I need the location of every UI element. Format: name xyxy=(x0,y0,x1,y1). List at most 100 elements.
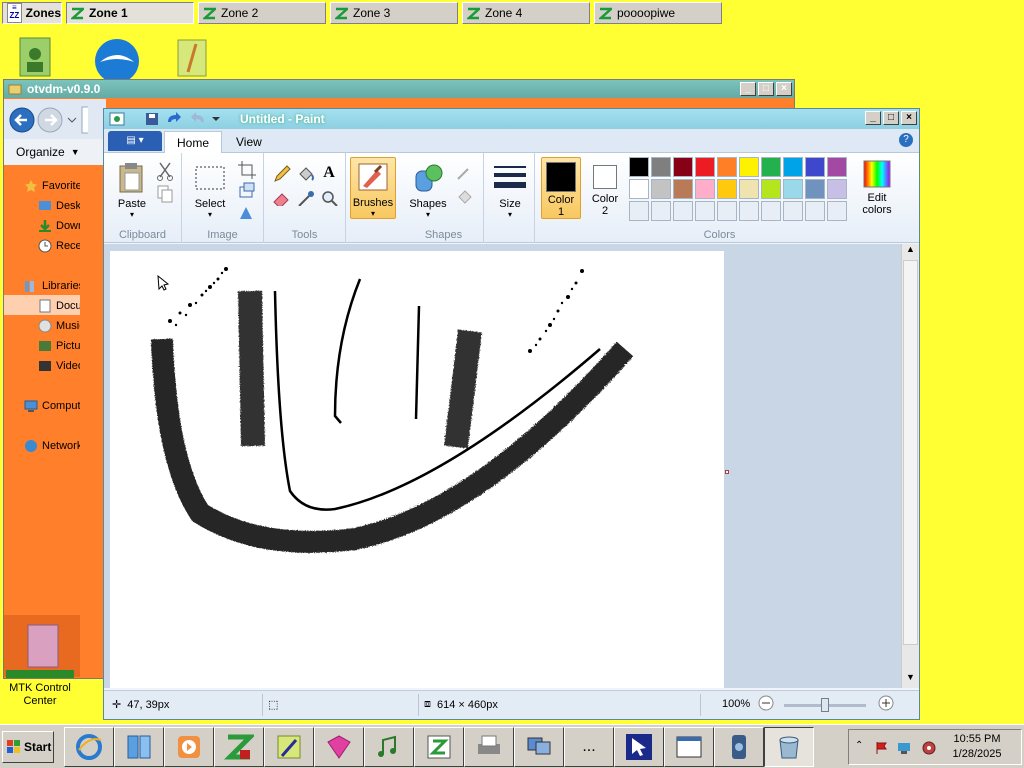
palette-swatch[interactable] xyxy=(717,179,737,199)
zones-app-button[interactable]: ≡ ZZ Zones xyxy=(2,2,62,24)
tab-view[interactable]: View xyxy=(224,131,274,154)
maximize-button[interactable]: □ xyxy=(883,111,899,125)
resize-icon[interactable] xyxy=(236,181,258,201)
palette-swatch[interactable] xyxy=(761,179,781,199)
taskbar-library[interactable] xyxy=(114,727,164,767)
taskbar-zones[interactable] xyxy=(214,727,264,767)
clock[interactable]: 10:55 PM 1/28/2025 xyxy=(945,732,1009,762)
taskbar-cursor-app[interactable] xyxy=(614,727,664,767)
zone-tab-4[interactable]: Zone 4 xyxy=(462,2,590,24)
vertical-scrollbar[interactable]: ▲ ▼ xyxy=(901,244,919,688)
otvdm-title-bar[interactable]: otvdm-v0.9.0 _ □ × xyxy=(4,80,794,98)
magnifier-icon[interactable] xyxy=(318,187,340,207)
desktop-user-folder-icon[interactable] xyxy=(18,36,52,81)
desktop-mtk-control-center[interactable]: MTK Control Center xyxy=(0,670,80,716)
desktop-thunderbird-icon[interactable] xyxy=(94,38,140,83)
close-button[interactable]: × xyxy=(901,111,917,125)
pencil-icon[interactable] xyxy=(270,163,292,183)
sidebar-item-network[interactable]: Network xyxy=(24,439,80,453)
paint-menu-button[interactable]: ▤ ▾ xyxy=(108,131,162,151)
palette-empty-swatch[interactable] xyxy=(629,201,649,221)
close-button[interactable]: × xyxy=(776,82,792,96)
shapes-button[interactable]: Shapes ▾ xyxy=(404,161,452,219)
taskbar-printer[interactable] xyxy=(464,727,514,767)
taskbar-device-app[interactable] xyxy=(714,727,764,767)
palette-empty-swatch[interactable] xyxy=(717,201,737,221)
drawing-canvas[interactable] xyxy=(110,251,724,688)
help-icon[interactable]: ? xyxy=(899,133,913,147)
canvas-resize-handle[interactable] xyxy=(725,470,729,474)
palette-swatch[interactable] xyxy=(827,179,847,199)
zoom-slider[interactable] xyxy=(784,698,866,712)
zoom-slider-thumb[interactable] xyxy=(821,698,829,712)
paste-button[interactable]: Paste ▾ xyxy=(112,161,152,219)
palette-empty-swatch[interactable] xyxy=(673,201,693,221)
taskbar-notepad[interactable] xyxy=(264,727,314,767)
palette-swatch[interactable] xyxy=(783,179,803,199)
taskbar-more[interactable]: ... xyxy=(564,727,614,767)
size-button[interactable]: Size ▾ xyxy=(488,161,532,219)
tab-home[interactable]: Home xyxy=(164,131,223,154)
palette-swatch[interactable] xyxy=(717,157,737,177)
minimize-button[interactable]: _ xyxy=(865,111,881,125)
sidebar-item-libraries[interactable]: Libraries xyxy=(24,279,80,293)
zone-tab-5[interactable]: poooopiwe xyxy=(594,2,722,24)
palette-empty-swatch[interactable] xyxy=(651,201,671,221)
taskbar-paint[interactable] xyxy=(764,727,814,767)
color-picker-icon[interactable] xyxy=(294,187,316,207)
paint-title-bar[interactable]: Untitled - Paint _ □ × xyxy=(104,109,919,129)
start-button[interactable]: Start xyxy=(2,731,54,763)
palette-empty-swatch[interactable] xyxy=(783,201,803,221)
palette-empty-swatch[interactable] xyxy=(695,201,715,221)
zoom-in-button[interactable] xyxy=(878,695,894,711)
taskbar-computer[interactable] xyxy=(514,727,564,767)
taskbar-pink-app[interactable] xyxy=(314,727,364,767)
palette-swatch[interactable] xyxy=(695,157,715,177)
copy-icon[interactable] xyxy=(154,183,176,203)
desktop-notebook-icon[interactable] xyxy=(176,38,210,81)
minimize-button[interactable]: _ xyxy=(740,82,756,96)
taskbar-window-app[interactable] xyxy=(664,727,714,767)
sidebar-item-videos[interactable]: Videos xyxy=(38,359,80,373)
palette-swatch[interactable] xyxy=(695,179,715,199)
organize-button[interactable]: Organize ▼ xyxy=(4,139,106,165)
palette-empty-swatch[interactable] xyxy=(827,201,847,221)
back-arrow-icon[interactable] xyxy=(9,107,35,133)
palette-swatch[interactable] xyxy=(673,179,693,199)
forward-arrow-icon[interactable] xyxy=(37,107,63,133)
sidebar-item-documents[interactable]: Documents xyxy=(38,299,80,313)
zone-tab-2[interactable]: Zone 2 xyxy=(198,2,326,24)
rotate-icon[interactable] xyxy=(236,203,258,223)
palette-swatch[interactable] xyxy=(739,157,759,177)
sidebar-item-music[interactable]: Music xyxy=(38,319,80,333)
network-tray-icon[interactable] xyxy=(897,741,913,755)
fill-icon[interactable] xyxy=(454,185,476,205)
color2-button[interactable]: Color 2 xyxy=(585,157,625,219)
color1-button[interactable]: Color 1 xyxy=(541,157,581,219)
action-center-flag-icon[interactable] xyxy=(875,741,889,755)
taskbar-zone-manager[interactable] xyxy=(414,727,464,767)
zoom-out-button[interactable] xyxy=(758,695,774,711)
sidebar-item-pictures[interactable]: Pictures xyxy=(38,339,80,353)
outline-icon[interactable] xyxy=(454,163,476,183)
palette-empty-swatch[interactable] xyxy=(761,201,781,221)
palette-swatch[interactable] xyxy=(651,179,671,199)
sidebar-item-computer[interactable]: Computer xyxy=(24,399,80,413)
edit-colors-button[interactable]: Edit colors xyxy=(853,159,901,216)
crop-icon[interactable] xyxy=(236,159,258,179)
sidebar-item-desktop[interactable]: Desktop xyxy=(38,199,80,213)
brushes-button[interactable]: Brushes ▾ xyxy=(350,157,396,219)
palette-swatch[interactable] xyxy=(827,157,847,177)
palette-empty-swatch[interactable] xyxy=(805,201,825,221)
cut-icon[interactable] xyxy=(154,161,176,181)
taskbar-ie[interactable] xyxy=(64,727,114,767)
palette-swatch[interactable] xyxy=(805,179,825,199)
palette-swatch[interactable] xyxy=(673,157,693,177)
palette-empty-swatch[interactable] xyxy=(739,201,759,221)
fill-bucket-icon[interactable] xyxy=(294,163,316,183)
palette-swatch[interactable] xyxy=(739,179,759,199)
palette-swatch[interactable] xyxy=(805,157,825,177)
eraser-icon[interactable] xyxy=(270,187,292,207)
sidebar-item-recent[interactable]: Recent Places xyxy=(38,239,80,253)
sidebar-item-downloads[interactable]: Downloads xyxy=(38,219,80,233)
